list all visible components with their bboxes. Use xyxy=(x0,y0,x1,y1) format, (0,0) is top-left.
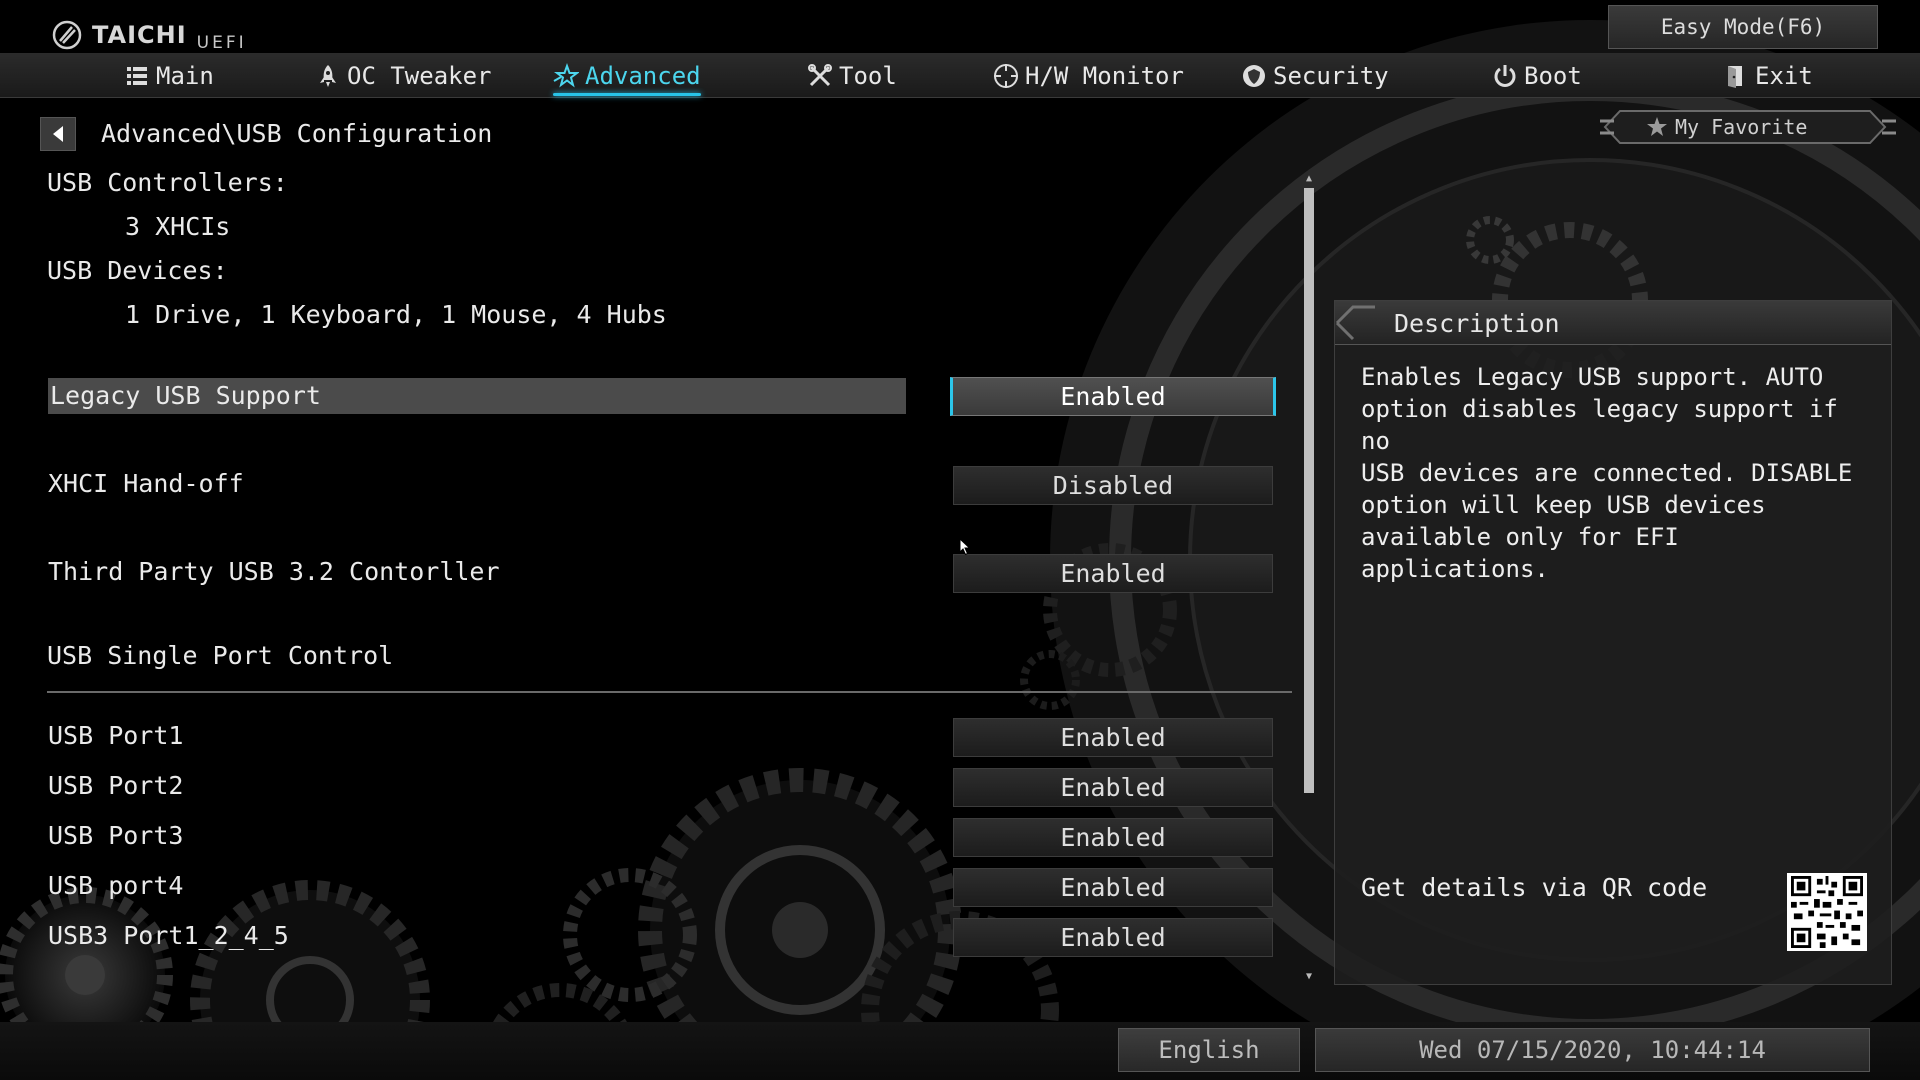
rocket-icon xyxy=(320,64,336,87)
star-icon xyxy=(553,62,579,88)
scroll-down-arrow-icon[interactable]: ▼ xyxy=(1302,970,1316,984)
description-body: Enables Legacy USB support. AUTO option … xyxy=(1361,363,1853,583)
back-arrow-icon xyxy=(53,126,63,142)
tab-exit[interactable]: Exit xyxy=(1723,53,1813,98)
tab-boot-label: Boot xyxy=(1524,61,1582,90)
my-favorite-label: My Favorite xyxy=(1675,115,1808,139)
setting-third-party-usb-controller[interactable]: Third Party USB 3.2 Contorller xyxy=(48,554,500,590)
tab-security[interactable]: Security xyxy=(1241,53,1389,98)
tab-main[interactable]: Main xyxy=(124,53,214,98)
scrollbar-thumb[interactable] xyxy=(1304,188,1314,793)
description-title: Description xyxy=(1394,309,1560,338)
scrollbar[interactable]: ▲ ▼ xyxy=(1302,172,1316,984)
usb-controllers-label: USB Controllers: xyxy=(47,168,288,197)
brand-sub: UEFI xyxy=(196,33,247,53)
exit-door-icon xyxy=(1728,65,1742,88)
xhci-hand-off-value[interactable]: Disabled xyxy=(953,466,1273,505)
crosshair-icon xyxy=(994,63,1018,88)
tab-hw-monitor[interactable]: H/W Monitor xyxy=(993,53,1184,98)
setting-legacy-usb-support[interactable]: Legacy USB Support xyxy=(48,378,906,414)
star-icon xyxy=(1647,117,1667,136)
qr-code-icon xyxy=(1791,876,1863,948)
usb3-port1-2-4-5-value[interactable]: Enabled xyxy=(953,918,1273,957)
taichi-logo-icon xyxy=(52,20,82,50)
tab-tool[interactable]: Tool xyxy=(807,53,897,98)
usb-port1-value[interactable]: Enabled xyxy=(953,718,1273,757)
description-panel: Description Enables Legacy USB support. … xyxy=(1334,300,1892,985)
usb-port2-value[interactable]: Enabled xyxy=(953,768,1273,807)
tab-advanced[interactable]: Advanced xyxy=(553,53,701,98)
qr-code xyxy=(1787,873,1867,951)
legacy-usb-support-value[interactable]: Enabled xyxy=(950,377,1276,416)
scroll-up-arrow-icon[interactable]: ▲ xyxy=(1302,172,1316,186)
usb-controllers-value: 3 XHCIs xyxy=(125,212,231,241)
usb-single-port-control-title: USB Single Port Control xyxy=(47,641,394,670)
description-header: Description xyxy=(1335,301,1891,345)
qr-code-caption: Get details via QR code xyxy=(1361,873,1708,902)
tab-hw-monitor-label: H/W Monitor xyxy=(1025,61,1184,90)
setting-xhci-hand-off[interactable]: XHCI Hand-off xyxy=(48,466,244,502)
brand-logo: TAICHI UEFI xyxy=(52,16,247,53)
brand-name: TAICHI xyxy=(92,21,187,49)
active-tab-indicator xyxy=(553,93,701,96)
tab-exit-label: Exit xyxy=(1755,61,1813,90)
setting-usb-port1[interactable]: USB Port1 xyxy=(48,718,183,754)
mouse-cursor-icon xyxy=(959,538,971,556)
description-header-ornament-icon xyxy=(1335,305,1375,341)
third-party-usb-controller-value[interactable]: Enabled xyxy=(953,554,1273,593)
setting-usb3-port1-2-4-5[interactable]: USB3 Port1_2_4_5 xyxy=(48,918,289,954)
usb-port4-value[interactable]: Enabled xyxy=(953,868,1273,907)
setting-usb-port2[interactable]: USB Port2 xyxy=(48,768,183,804)
breadcrumb: Advanced\USB Configuration xyxy=(101,119,493,148)
section-divider xyxy=(47,691,1292,693)
datetime-display: Wed 07/15/2020, 10:44:14 xyxy=(1315,1028,1870,1072)
tab-oc-tweaker-label: OC Tweaker xyxy=(347,61,492,90)
tab-tool-label: Tool xyxy=(839,61,897,90)
usb-port3-value[interactable]: Enabled xyxy=(953,818,1273,857)
usb-devices-value: 1 Drive, 1 Keyboard, 1 Mouse, 4 Hubs xyxy=(125,300,667,329)
usb-devices-label: USB Devices: xyxy=(47,256,228,285)
language-button[interactable]: English xyxy=(1118,1028,1300,1072)
setting-usb-port4[interactable]: USB port4 xyxy=(48,868,183,904)
top-nav: Main OC Tweaker Advanced Tool H/W Monito… xyxy=(0,53,1920,98)
shield-icon xyxy=(1243,64,1265,87)
power-icon xyxy=(1494,64,1516,87)
setting-usb-port3[interactable]: USB Port3 xyxy=(48,818,183,854)
tools-icon xyxy=(808,63,832,86)
tab-boot[interactable]: Boot xyxy=(1492,53,1582,98)
my-favorite-button[interactable]: My Favorite xyxy=(1600,107,1896,147)
back-button[interactable] xyxy=(40,117,76,151)
tab-main-label: Main xyxy=(156,61,214,90)
tab-advanced-label: Advanced xyxy=(585,61,701,90)
tab-security-label: Security xyxy=(1273,61,1389,90)
list-icon xyxy=(127,66,147,85)
tab-oc-tweaker[interactable]: OC Tweaker xyxy=(315,53,492,98)
easy-mode-button[interactable]: Easy Mode(F6) xyxy=(1608,5,1878,49)
